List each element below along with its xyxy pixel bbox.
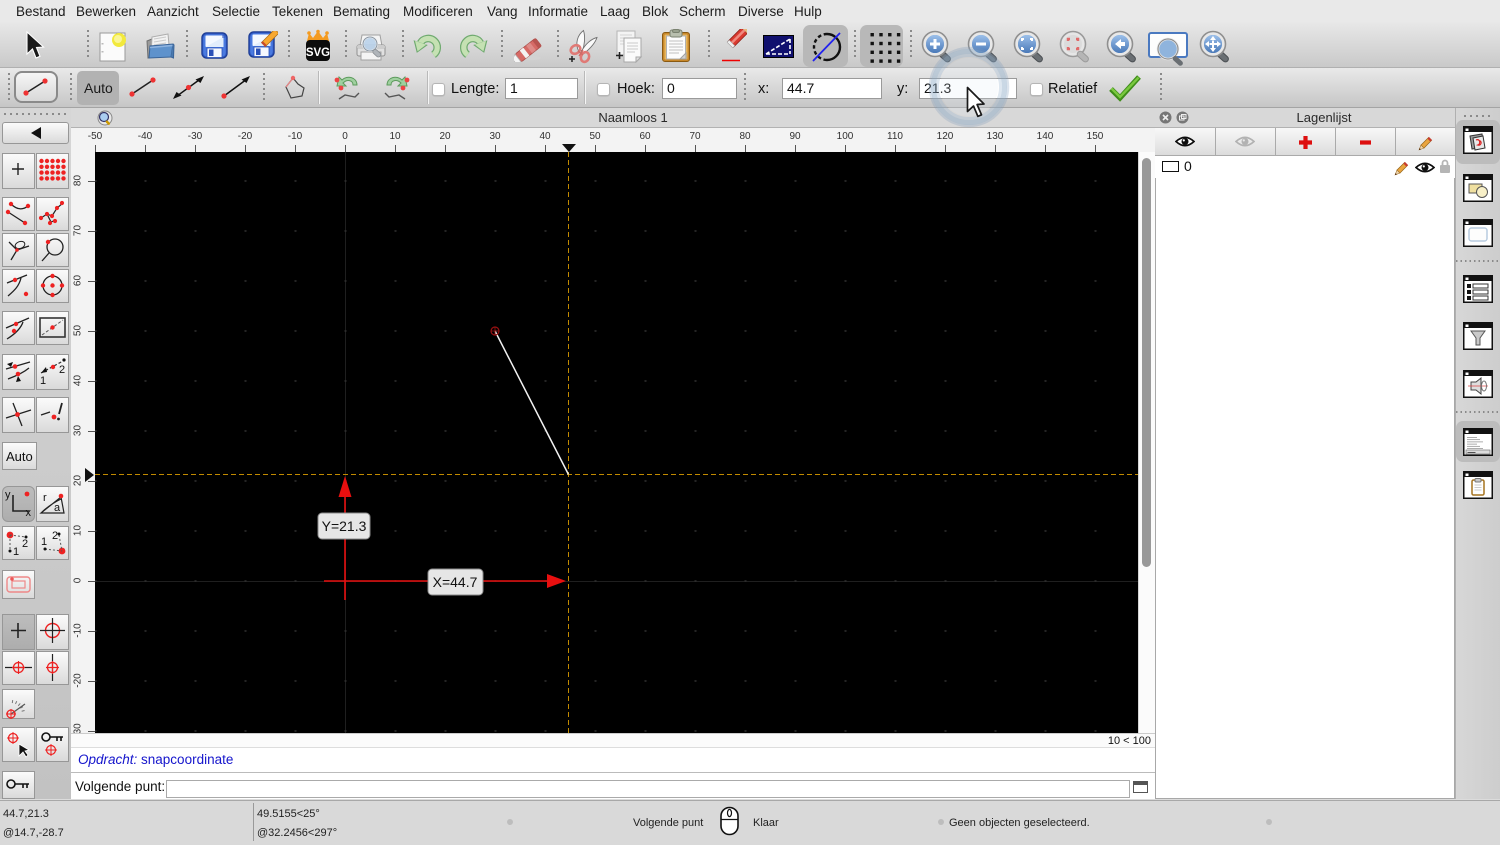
svg-text:2: 2 xyxy=(52,530,58,542)
svg-text:1: 1 xyxy=(41,536,47,548)
svg-text:1: 1 xyxy=(40,375,46,386)
svg-text:a: a xyxy=(54,502,61,514)
svg-text:r: r xyxy=(43,492,47,504)
svg-text:1: 1 xyxy=(13,546,19,558)
svg-text:2: 2 xyxy=(59,364,65,376)
svg-text:Y=21.3: Y=21.3 xyxy=(322,518,367,534)
svg-text:2: 2 xyxy=(22,538,28,550)
svg-text:SVG: SVG xyxy=(306,47,330,59)
svg-text:X=44.7: X=44.7 xyxy=(433,574,478,590)
